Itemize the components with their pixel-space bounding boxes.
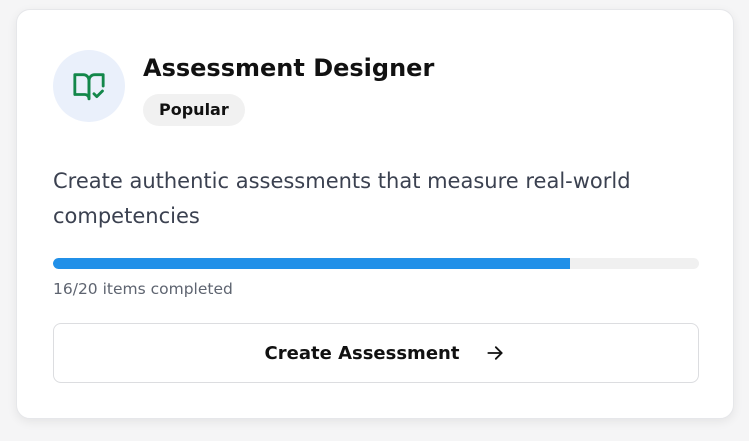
progress-bar-fill — [53, 258, 570, 269]
book-check-icon — [73, 73, 105, 101]
create-assessment-label: Create Assessment — [264, 342, 460, 364]
arrow-right-icon — [485, 343, 505, 363]
card-description: Create authentic assessments that measur… — [53, 169, 631, 228]
assessment-designer-card: Assessment Designer Popular Create authe… — [16, 9, 734, 419]
create-assessment-button[interactable]: Create Assessment — [53, 323, 699, 383]
progress-bar — [53, 258, 699, 269]
card-title: Assessment Designer — [143, 54, 435, 82]
card-icon-container — [53, 50, 125, 122]
popular-badge: Popular — [143, 94, 245, 126]
progress-label: 16/20 items completed — [53, 280, 233, 298]
